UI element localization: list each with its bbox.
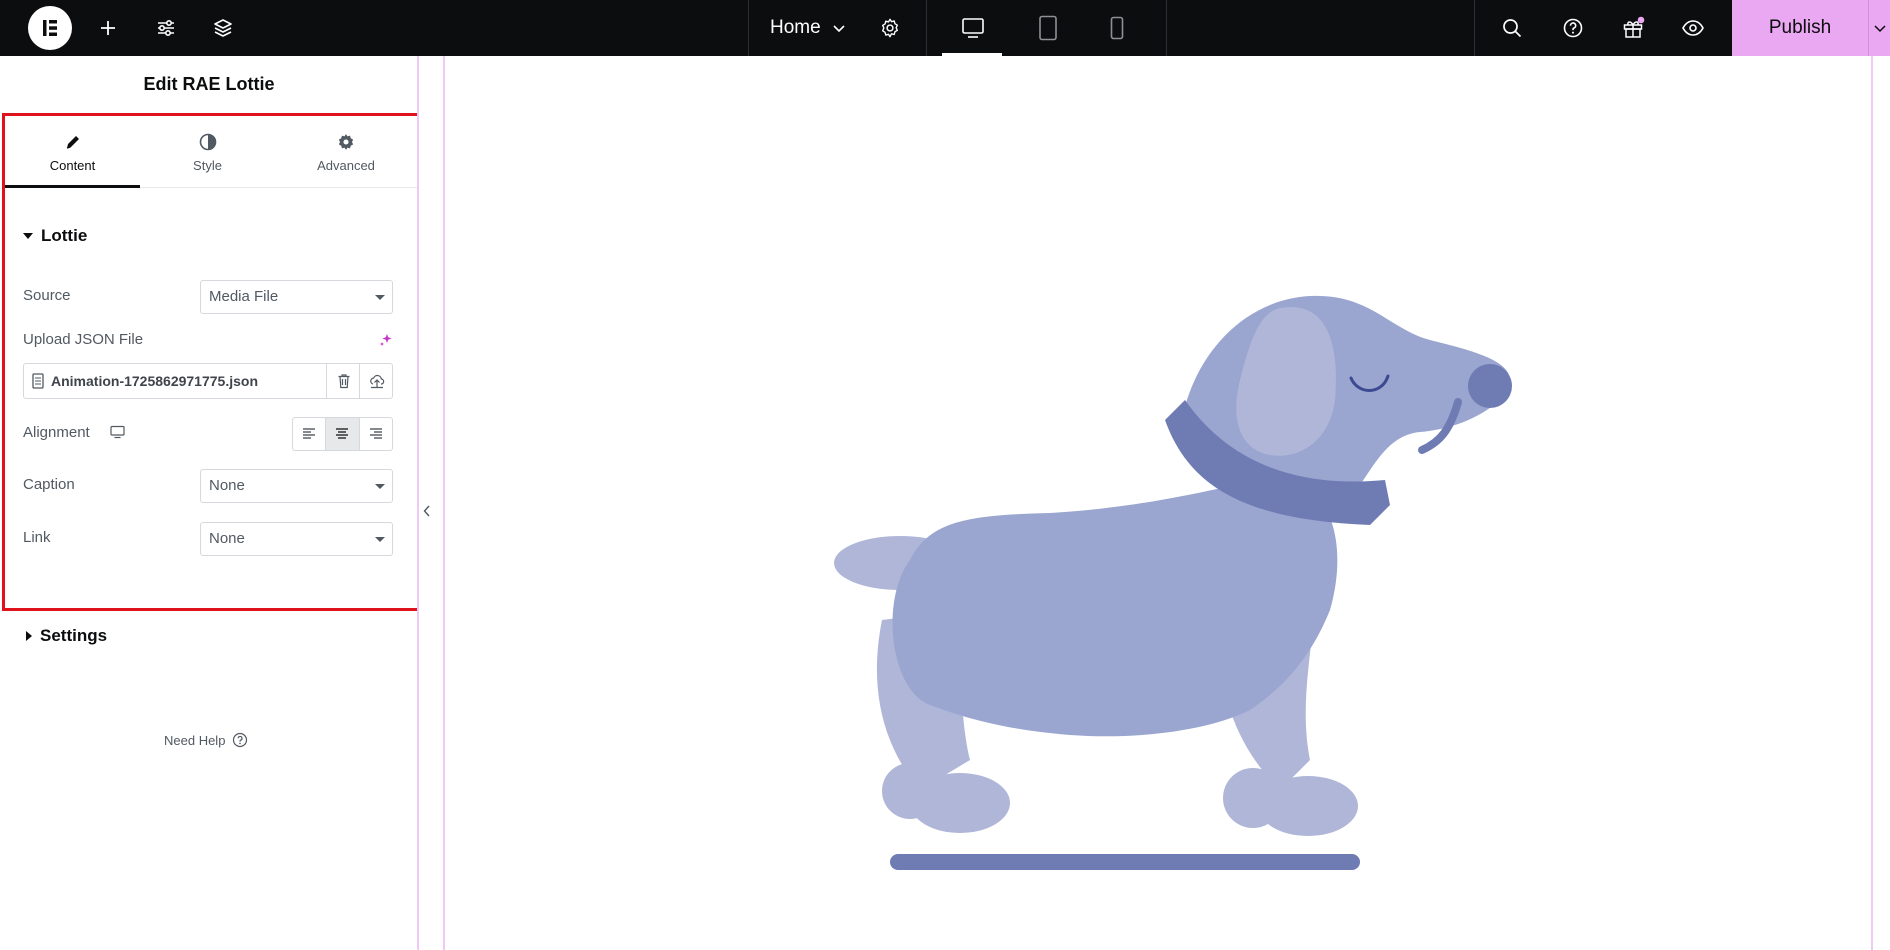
device-desktop-button[interactable] bbox=[955, 0, 991, 56]
canvas-guide-line bbox=[443, 56, 445, 950]
panel-title: Edit RAE Lottie bbox=[143, 74, 275, 94]
structure-button[interactable] bbox=[207, 0, 239, 56]
divider bbox=[748, 0, 749, 56]
collapse-panel-button[interactable] bbox=[420, 500, 434, 522]
highlight-frame bbox=[2, 113, 424, 611]
chevron-down-icon bbox=[833, 25, 845, 33]
gear-icon bbox=[881, 18, 899, 38]
need-help-link[interactable]: Need Help bbox=[164, 732, 248, 748]
canvas-guide-line bbox=[1871, 56, 1873, 950]
publish-button[interactable]: Publish bbox=[1732, 0, 1868, 56]
question-icon bbox=[1563, 18, 1583, 38]
tablet-icon bbox=[1039, 15, 1057, 41]
chevron-down-icon bbox=[1873, 25, 1886, 33]
add-element-button[interactable] bbox=[92, 0, 124, 56]
divider bbox=[1474, 0, 1475, 56]
page-dropdown-button[interactable] bbox=[826, 0, 852, 56]
mobile-icon bbox=[1110, 16, 1124, 40]
help-button[interactable] bbox=[1557, 0, 1589, 56]
dog-nose bbox=[1468, 364, 1512, 408]
preview-button[interactable] bbox=[1677, 0, 1709, 56]
page-settings-button[interactable] bbox=[874, 0, 906, 56]
chevron-left-icon bbox=[423, 505, 430, 517]
section-settings-header[interactable]: Settings bbox=[26, 626, 107, 646]
desktop-icon bbox=[962, 18, 984, 38]
site-settings-button[interactable] bbox=[150, 0, 182, 56]
whats-new-button[interactable] bbox=[1617, 0, 1649, 56]
question-icon bbox=[232, 732, 248, 748]
publish-options-button[interactable] bbox=[1868, 0, 1890, 56]
sliders-icon bbox=[158, 19, 174, 37]
plus-icon bbox=[101, 21, 115, 35]
page-name[interactable]: Home bbox=[770, 0, 821, 56]
search-button[interactable] bbox=[1496, 0, 1528, 56]
elementor-logo-icon[interactable] bbox=[28, 6, 72, 50]
divider bbox=[1166, 0, 1167, 56]
caret-right-icon bbox=[26, 631, 32, 641]
search-icon bbox=[1503, 19, 1522, 38]
device-mobile-button[interactable] bbox=[1100, 0, 1134, 56]
gift-icon bbox=[1623, 16, 1645, 38]
need-help-label: Need Help bbox=[164, 732, 226, 748]
canvas-guide-line bbox=[417, 56, 419, 950]
top-bar: Home Publish bbox=[0, 0, 1890, 56]
divider bbox=[926, 0, 927, 56]
section-title: Settings bbox=[40, 626, 108, 645]
eye-icon bbox=[1682, 20, 1704, 36]
device-tablet-button[interactable] bbox=[1030, 0, 1066, 56]
lottie-dog-animation[interactable] bbox=[810, 280, 1520, 880]
layers-icon bbox=[214, 19, 232, 37]
ground-shadow bbox=[890, 854, 1360, 870]
